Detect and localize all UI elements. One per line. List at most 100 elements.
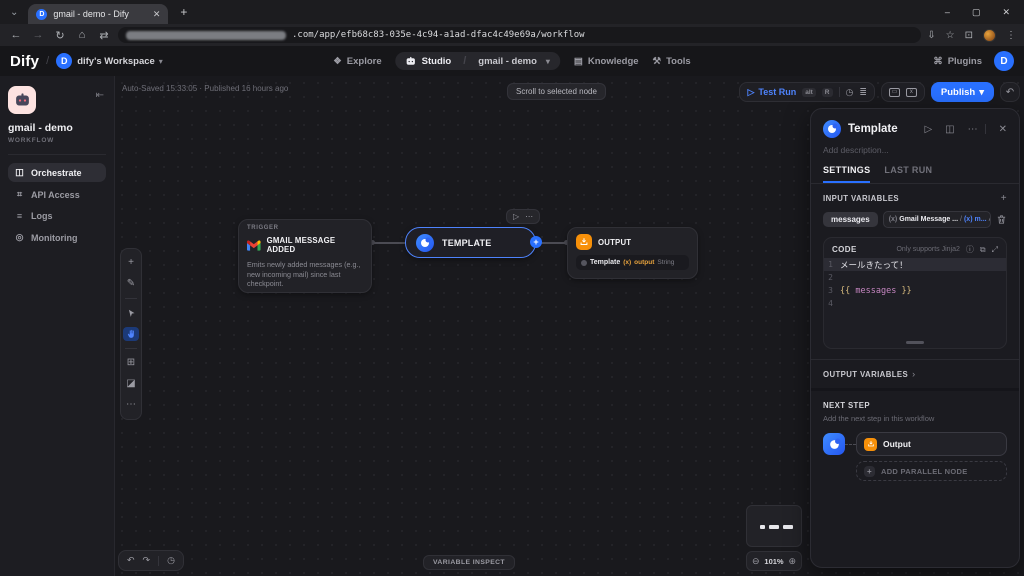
nav-studio[interactable]: Studio / gmail - demo ▾ [396, 52, 560, 70]
palette-more-icon[interactable]: ⋯ [123, 398, 139, 412]
browser-profile-avatar[interactable] [983, 29, 996, 42]
maximize-button[interactable]: ▢ [972, 7, 981, 18]
node-gmail-trigger[interactable]: TRIGGER GMAIL MESSAGE ADDED Emits newly … [238, 219, 372, 293]
workspace-chevron-icon[interactable]: ▾ [159, 57, 163, 66]
browser-tab[interactable]: D gmail - demo - Dify ✕ [28, 4, 168, 24]
panel-play-icon[interactable]: ▷ [924, 124, 932, 135]
test-run-button[interactable]: ▷ Test Run [747, 87, 796, 98]
sidebar-item-orchestrate[interactable]: ◫ Orchestrate [8, 163, 106, 182]
export-image-icon[interactable]: ◪ [123, 377, 139, 391]
redo-icon[interactable]: ↷ [143, 555, 151, 566]
shortcut-key-badge: R [822, 88, 833, 97]
expand-icon[interactable]: ⤢ [992, 245, 998, 255]
plugins-button[interactable]: ⌘ Plugins [933, 56, 982, 67]
back-icon[interactable]: ← [8, 29, 24, 41]
add-parallel-node-button[interactable]: + ADD PARALLEL NODE [856, 461, 1007, 481]
user-avatar[interactable]: D [994, 51, 1014, 71]
env-variables-icon[interactable]: x [906, 88, 917, 97]
checklist-icon[interactable]: ≣ [859, 87, 867, 98]
zoom-in-icon[interactable]: ⊕ [788, 556, 796, 567]
zoom-level[interactable]: 101% [764, 557, 783, 566]
code-resize-handle[interactable] [906, 341, 924, 344]
refresh-icon[interactable]: ↻ [52, 29, 68, 42]
output-variables-toggle[interactable]: OUTPUT VARIABLES › [811, 360, 1019, 388]
nav-tools[interactable]: ⚒ Tools [653, 56, 691, 67]
workflow-canvas[interactable]: Auto-Saved 15:33:05 · Published 16 hours… [115, 76, 1024, 576]
variable-row: messages (x) Gmail Message ... / (x) m..… [823, 211, 1007, 228]
nav-explore[interactable]: ❖ Explore [333, 56, 381, 67]
add-node-icon[interactable]: + [123, 256, 139, 270]
tools-icon: ⚒ [653, 56, 662, 67]
canvas-toolbar: ▷ Test Run alt R ◷ ≣ ▭ x Publish ▾ ↶ [739, 82, 1020, 102]
features-icon[interactable]: ▭ [889, 88, 900, 97]
minimize-button[interactable]: – [945, 7, 950, 17]
forward-icon[interactable]: → [30, 29, 46, 41]
copy-icon[interactable]: ⧉ [980, 245, 986, 255]
change-history-icon[interactable]: ◷ [167, 555, 175, 566]
panel-more-icon[interactable]: ⋯ [968, 124, 978, 135]
minimap[interactable] [746, 505, 802, 547]
tab-groups-icon[interactable]: ⇄ [96, 29, 112, 42]
sidebar-item-label: Orchestrate [31, 168, 82, 178]
publish-button[interactable]: Publish ▾ [931, 82, 994, 102]
template-add-port[interactable]: + [530, 236, 542, 248]
info-icon[interactable]: ⓘ [966, 244, 974, 255]
trigger-node-description: Emits newly added messages (e.g., new in… [247, 260, 363, 289]
variable-value-select[interactable]: (x) Gmail Message ... / (x) m... Array[O… [883, 211, 991, 228]
url-bar[interactable]: .com/app/efb68c83-035e-4c94-a1ad-dfac4c4… [118, 27, 921, 43]
nav-studio-label: Studio [422, 56, 452, 67]
next-step-connector [845, 444, 856, 445]
variable-inspect-button[interactable]: VARIABLE INSPECT [423, 555, 515, 570]
zoom-out-icon[interactable]: ⊖ [752, 556, 760, 567]
run-history-icon[interactable]: ◷ [846, 87, 854, 98]
output-var-name: output [634, 259, 654, 266]
window-close-button[interactable]: ✕ [1002, 7, 1010, 18]
add-variable-icon[interactable]: + [1001, 193, 1007, 204]
organize-nodes-icon[interactable]: ⊞ [123, 356, 139, 370]
tab-last-run[interactable]: LAST RUN [884, 165, 932, 183]
sidebar-item-api-access[interactable]: ⌗ API Access [8, 185, 106, 204]
install-app-icon[interactable]: ⇩ [927, 30, 935, 41]
home-icon[interactable]: ⌂ [74, 29, 90, 41]
sidebar-item-logs[interactable]: ≡ Logs [8, 207, 106, 225]
variable-name-chip[interactable]: messages [823, 212, 878, 227]
node-output[interactable]: OUTPUT Template (x) output String [567, 227, 698, 279]
add-note-icon[interactable]: ✎ [123, 277, 139, 291]
code-line[interactable]: 1 メールきたって！ [824, 258, 1006, 271]
undo-icon[interactable]: ↶ [127, 555, 135, 566]
pointer-mode-icon[interactable] [123, 306, 139, 320]
node-more-icon[interactable]: ⋯ [525, 212, 533, 221]
sidebar-item-monitoring[interactable]: ◎ Monitoring [8, 228, 106, 247]
studio-chevron-icon[interactable]: ▾ [546, 57, 550, 66]
panel-docs-icon[interactable]: ◫ [945, 124, 954, 135]
delete-variable-icon[interactable] [996, 214, 1007, 225]
new-tab-button[interactable]: + [180, 5, 187, 19]
hand-mode-icon[interactable] [123, 327, 139, 341]
tab-search-chevron-icon[interactable]: ⌄ [10, 7, 18, 18]
bookmark-star-icon[interactable]: ☆ [946, 30, 955, 41]
workspace-name[interactable]: dify's Workspace [77, 56, 155, 67]
panel-close-icon[interactable]: ✕ [999, 124, 1007, 135]
workspace-avatar: D [56, 53, 72, 69]
line-number: 3 [824, 286, 840, 295]
collapse-sidebar-icon[interactable]: ⇤ [96, 90, 104, 101]
node-play-icon[interactable]: ▷ [513, 212, 519, 221]
code-line[interactable]: 3 {{ messages }} [824, 284, 1006, 297]
code-line[interactable]: 2 [824, 271, 1006, 284]
dify-logo[interactable]: Dify [10, 53, 39, 70]
code-line[interactable]: 4 [824, 297, 1006, 310]
code-editor[interactable]: CODE Only supports Jinja2 ⓘ ⧉ ⤢ 1 メールきたっ… [823, 237, 1007, 349]
tab-close-icon[interactable]: ✕ [153, 9, 161, 20]
nav-knowledge[interactable]: ▤ Knowledge [574, 56, 639, 67]
node-template[interactable]: TEMPLATE [405, 227, 536, 258]
scroll-to-selected-node-button[interactable]: Scroll to selected node [507, 83, 606, 100]
browser-tab-strip: ⌄ D gmail - demo - Dify ✕ + – ▢ ✕ [0, 0, 1024, 24]
studio-app-name[interactable]: gmail - demo [478, 56, 537, 67]
extensions-icon[interactable]: ⊡ [965, 30, 973, 41]
tab-settings[interactable]: SETTINGS [823, 165, 870, 183]
next-step-output-node[interactable]: Output [856, 432, 1007, 456]
version-history-button[interactable]: ↶ [1000, 82, 1020, 102]
description-placeholder[interactable]: Add description... [811, 138, 1019, 155]
browser-menu-icon[interactable]: ⋮ [1006, 30, 1016, 41]
panel-title[interactable]: Template [848, 123, 911, 135]
